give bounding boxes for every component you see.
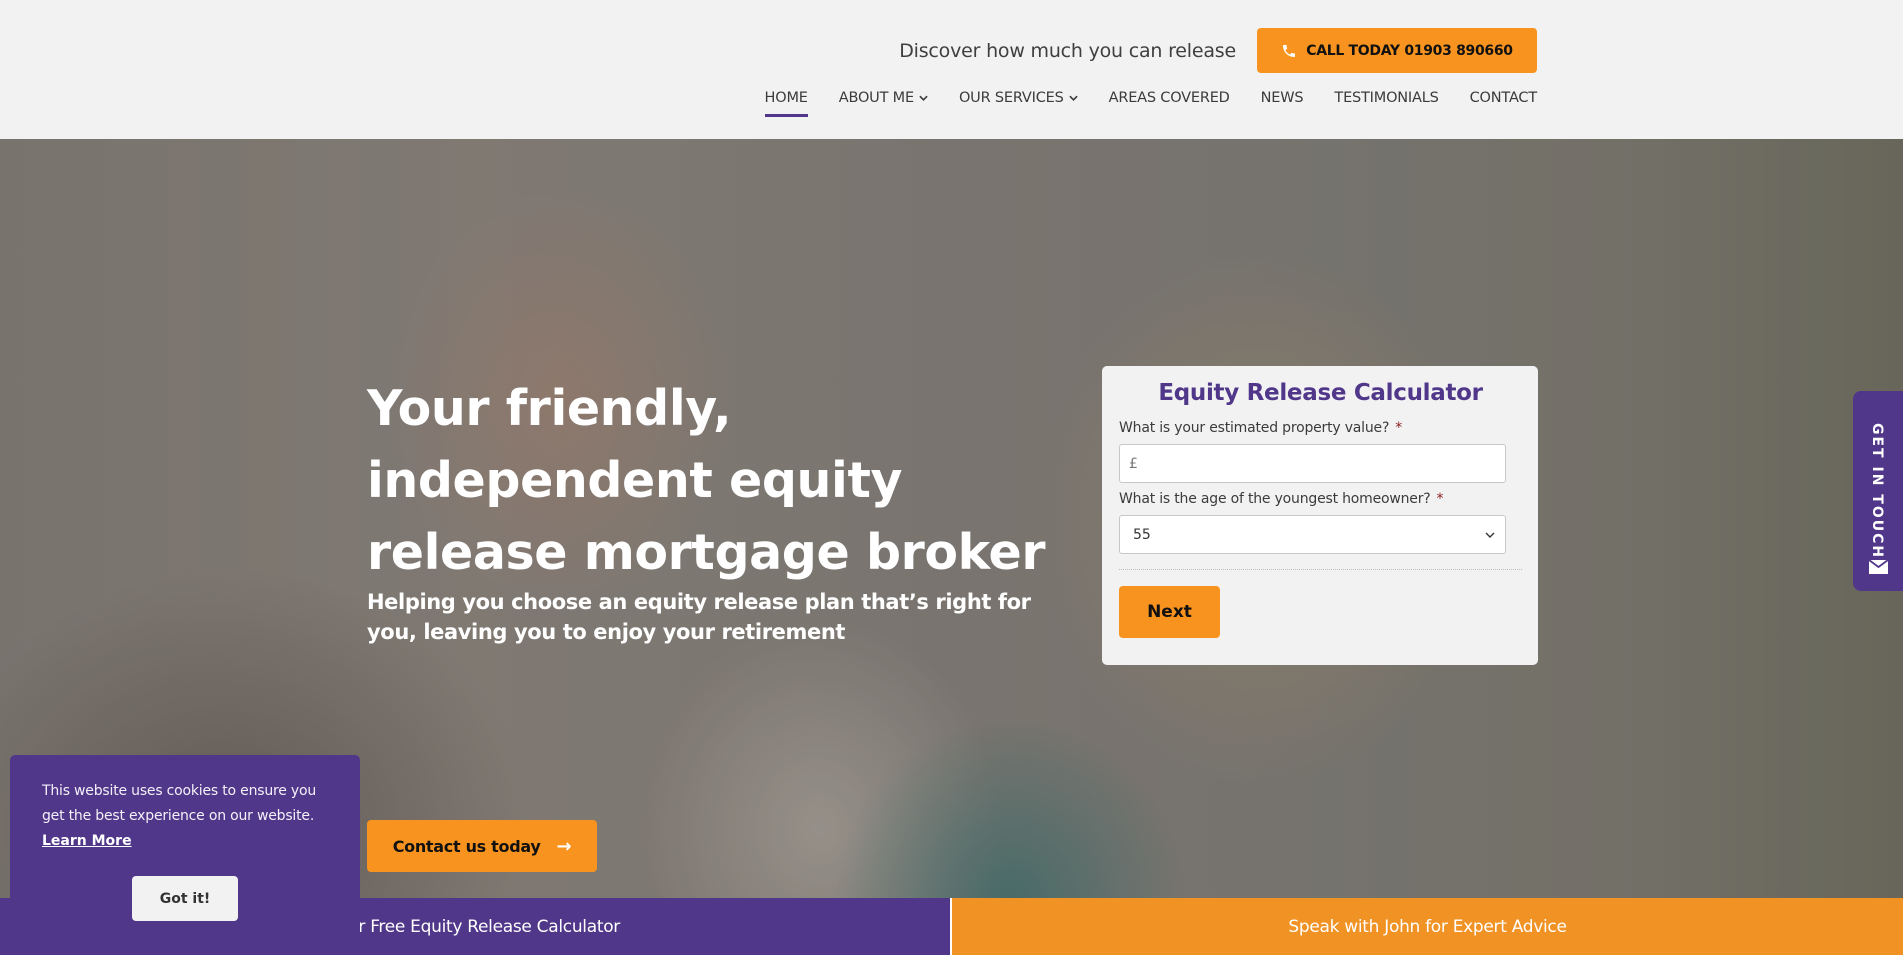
envelope-icon [1869, 560, 1888, 574]
contact-us-button[interactable]: Contact us today → [367, 820, 597, 872]
youngest-age-select[interactable]: 55 [1119, 515, 1506, 554]
hero-content: Your friendly, independent equity releas… [367, 373, 1047, 955]
chevron-down-icon [1485, 532, 1495, 538]
get-in-touch-label: GET IN TOUCH [1869, 423, 1885, 560]
property-value-label: What is your estimated property value? * [1119, 420, 1522, 436]
nav-label: OUR SERVICES [958, 90, 1064, 106]
cookie-message: This website uses cookies to ensure you … [42, 783, 317, 824]
nav-label: CONTACT [1469, 90, 1538, 106]
call-today-label: CALL TODAY 01903 890660 [1306, 42, 1513, 59]
phone-icon [1283, 44, 1296, 57]
property-value-label-text: What is your estimated property value? [1119, 420, 1390, 436]
nav-label: AREAS COVERED [1108, 90, 1230, 106]
nav-label: HOME [764, 90, 808, 106]
call-today-button[interactable]: CALL TODAY 01903 890660 [1257, 28, 1537, 73]
nav-label: TESTIMONIALS [1334, 90, 1439, 106]
required-marker: * [1395, 420, 1403, 436]
nav-item-our-services[interactable]: OUR SERVICES [959, 86, 1078, 110]
learn-more-link[interactable]: Learn More [42, 829, 132, 853]
equity-release-calculator: Equity Release Calculator What is your e… [1102, 366, 1538, 665]
get-in-touch-tab[interactable]: GET IN TOUCH [1853, 391, 1903, 591]
free-calculator-label: Your Free Equity Release Calculator [330, 916, 620, 937]
calculator-divider [1119, 569, 1522, 570]
property-value-placeholder: £ [1129, 455, 1138, 472]
nav-item-about-me[interactable]: ABOUT ME [839, 86, 928, 110]
nav-label: ABOUT ME [838, 90, 914, 106]
hero-subtitle: Helping you choose an equity release pla… [367, 590, 1031, 644]
header-top-bar: Discover how much you can release CALL T… [899, 28, 1537, 73]
required-marker: * [1436, 491, 1444, 507]
cookie-accept-button[interactable]: Got it! [132, 876, 238, 921]
main-nav: HOME ABOUT ME OUR SERVICES AREAS COVERED… [734, 86, 1538, 117]
youngest-age-label: What is the age of the youngest homeowne… [1119, 491, 1522, 507]
contact-us-label: Contact us today [392, 836, 541, 856]
nav-label: NEWS [1260, 90, 1304, 106]
expert-advice-bar[interactable]: Speak with John for Expert Advice [952, 898, 1903, 955]
youngest-age-value: 55 [1133, 526, 1151, 543]
chevron-down-icon [1068, 95, 1078, 101]
chevron-down-icon [919, 95, 928, 101]
site-header: Discover how much you can release CALL T… [0, 0, 1903, 139]
calculator-title: Equity Release Calculator [1158, 380, 1483, 406]
next-button[interactable]: Next [1119, 586, 1220, 638]
youngest-age-label-text: What is the age of the youngest homeowne… [1119, 491, 1431, 507]
property-value-input[interactable]: £ [1119, 444, 1506, 483]
nav-item-home[interactable]: HOME [764, 86, 808, 117]
nav-item-testimonials[interactable]: TESTIMONIALS [1334, 86, 1438, 110]
cookie-banner: This website uses cookies to ensure you … [10, 755, 360, 955]
arrow-right-icon: → [556, 835, 572, 857]
nav-item-areas-covered[interactable]: AREAS COVERED [1109, 86, 1230, 110]
expert-advice-label: Speak with John for Expert Advice [1288, 916, 1567, 937]
header-tagline: Discover how much you can release [899, 39, 1236, 62]
nav-item-contact[interactable]: CONTACT [1469, 86, 1538, 110]
hero-title: Your friendly, independent equity releas… [367, 380, 1046, 581]
nav-item-news[interactable]: NEWS [1261, 86, 1304, 110]
